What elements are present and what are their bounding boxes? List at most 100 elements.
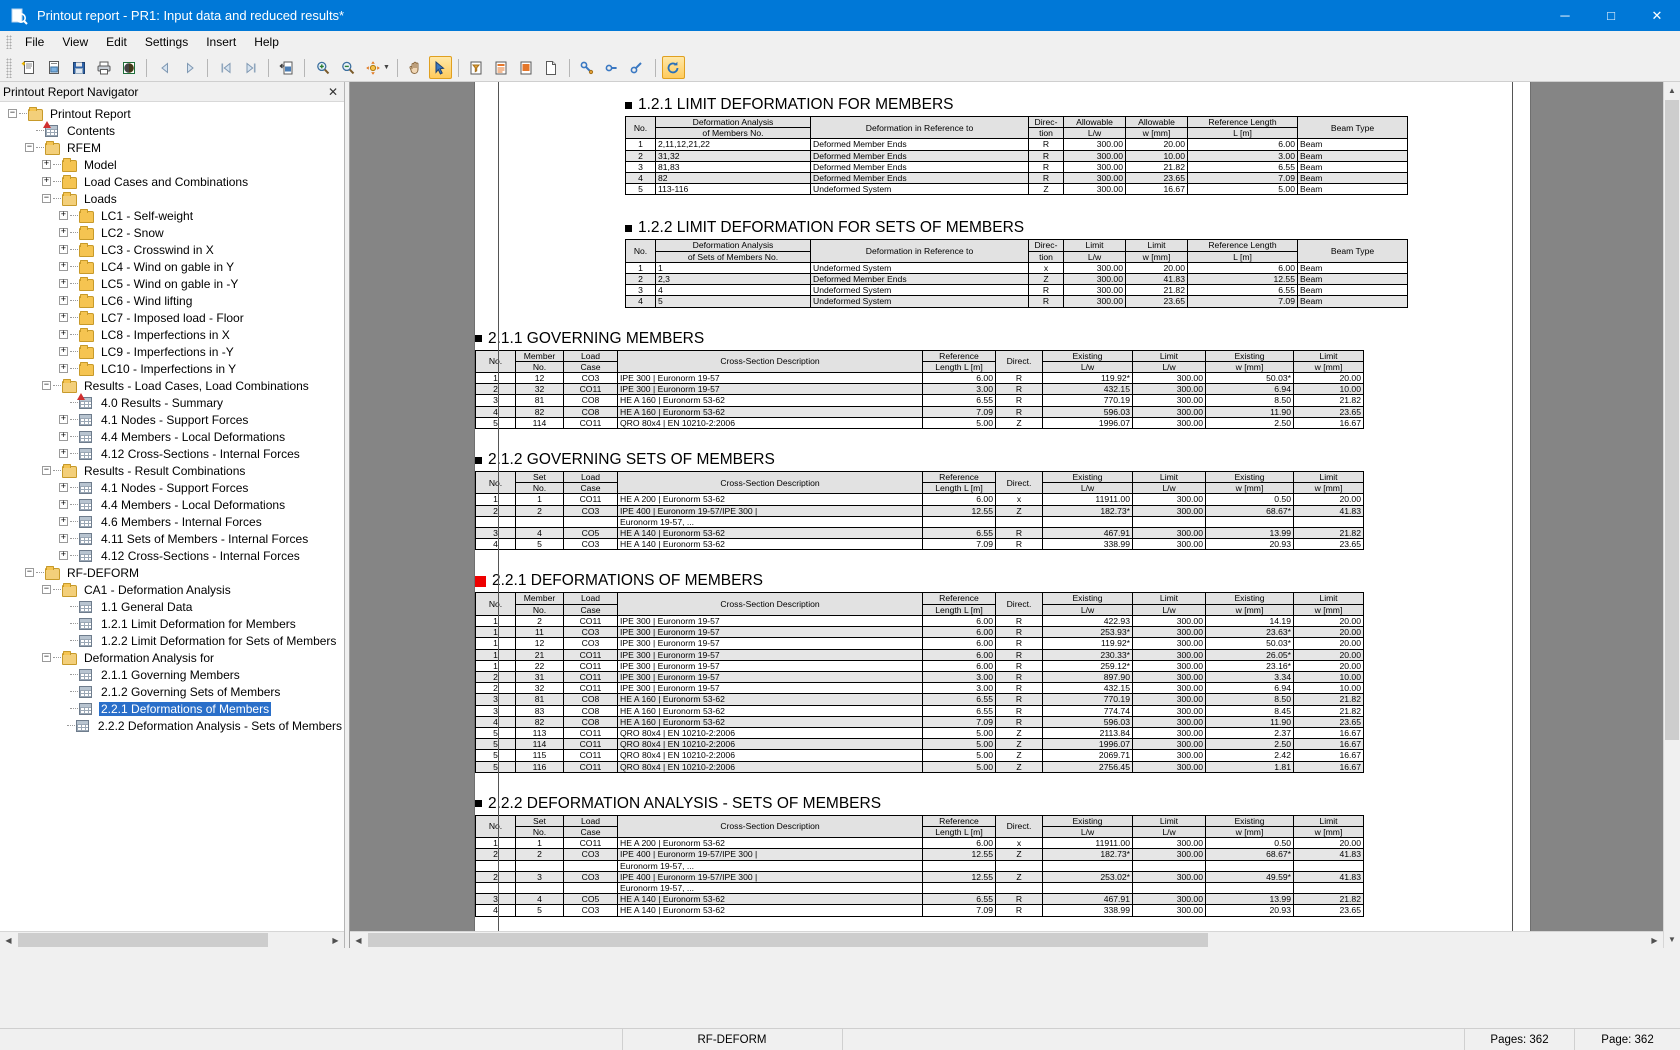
expand-icon[interactable]: + (42, 160, 51, 169)
scroll-up-arrow[interactable]: ▲ (1664, 82, 1680, 99)
table-row[interactable]: 2 2 CO3 IPE 400 | Euronorm 19-57/IPE 300 | 1… (475, 848, 1364, 861)
table-row[interactable]: Euronorm 19-57, ... (475, 859, 1364, 872)
scroll-right-arrow[interactable]: ▶ (1646, 932, 1663, 948)
collapse-icon[interactable]: − (42, 194, 51, 203)
print-preview-icon[interactable] (117, 56, 140, 79)
collapse-icon[interactable]: − (42, 653, 51, 662)
table-row[interactable]: 5 114 CO11 QRO 80x4 | EN 10210-2:2006 5.00 Z 1… (475, 738, 1364, 751)
hand-tool-icon[interactable] (404, 56, 427, 79)
tree-item-ca1-deformation-analysis[interactable]: − CA1 - Deformation Analysis (0, 581, 344, 598)
expand-icon[interactable]: + (59, 432, 68, 441)
expand-icon[interactable]: + (59, 449, 68, 458)
table-row[interactable]: 1 11 CO3 IPE 300 | Euronorm 19-57 6.00 R 253.9… (475, 626, 1364, 639)
tree-item-lc4-wind-on-gable-in-y[interactable]: + LC4 - Wind on gable in Y (0, 258, 344, 275)
tree-item-printout-report[interactable]: − Printout Report (0, 105, 344, 122)
tree-item-load-cases-and-combinations[interactable]: + Load Cases and Combinations (0, 173, 344, 190)
table-row[interactable]: 3 4 Undeformed System R 300.00 21.82 6.55 Beam (625, 284, 1408, 297)
table-row[interactable]: 5 116 CO11 QRO 80x4 | EN 10210-2:2006 5.00 Z 2… (475, 760, 1364, 773)
expand-icon[interactable]: + (59, 534, 68, 543)
expand-icon[interactable]: + (59, 279, 68, 288)
tree-item-deformation-analysis-for[interactable]: − Deformation Analysis for (0, 649, 344, 666)
page-setup-icon[interactable] (490, 56, 513, 79)
table-row[interactable]: 5 113 CO11 QRO 80x4 | EN 10210-2:2006 5.00 Z 2… (475, 726, 1364, 740)
tree-item-lc6-wind-lifting[interactable]: + LC6 - Wind lifting (0, 292, 344, 309)
tree-item-lc9-imperfections-in-y[interactable]: + LC9 - Imperfections in -Y (0, 343, 344, 360)
collapse-icon[interactable]: − (25, 568, 34, 577)
table-row[interactable]: 3 4 CO5 HE A 140 | Euronorm 53-62 6.55 R 467.9… (475, 893, 1364, 906)
expand-icon[interactable]: + (59, 517, 68, 526)
tree-item-4-12-cross-sections-internal-forces[interactable]: +4.12 Cross-Sections - Internal Forces (0, 445, 344, 462)
select-tool-icon[interactable] (428, 56, 452, 79)
tree-item-4-6-members-internal-forces[interactable]: +4.6 Members - Internal Forces (0, 513, 344, 530)
expand-icon[interactable]: + (59, 330, 68, 339)
table-row[interactable]: 1 12 CO3 IPE 300 | Euronorm 19-57 6.00 R 119.9… (475, 637, 1364, 650)
collapse-icon[interactable]: − (42, 381, 51, 390)
table-row[interactable]: 2 3 CO3 IPE 400 | Euronorm 19-57/IPE 300 | 1… (475, 870, 1364, 883)
tree-item-lc8-imperfections-in-x[interactable]: + LC8 - Imperfections in X (0, 326, 344, 343)
tree-item-lc1-self-weight[interactable]: + LC1 - Self-weight (0, 207, 344, 224)
menu-item-help[interactable]: Help (245, 32, 288, 52)
tree-item-lc5-wind-on-gable-in-y[interactable]: + LC5 - Wind on gable in -Y (0, 275, 344, 292)
table-row[interactable]: 4 82 CO8 HE A 160 | Euronorm 53-62 7.09 R 596.… (475, 405, 1364, 418)
scroll-thumb[interactable] (18, 933, 268, 947)
tree-item-4-1-nodes-support-forces[interactable]: +4.1 Nodes - Support Forces (0, 411, 344, 428)
expand-icon[interactable]: + (59, 483, 68, 492)
scroll-left-arrow[interactable]: ◀ (0, 932, 17, 949)
report-header-icon[interactable] (515, 56, 538, 79)
table-row[interactable]: 4 5 Undeformed System R 300.00 23.65 7.09 Beam (625, 295, 1408, 308)
expand-icon[interactable]: + (42, 177, 51, 186)
navigator-horizontal-scrollbar[interactable]: ◀ ▶ (0, 931, 344, 948)
menu-item-insert[interactable]: Insert (197, 32, 245, 52)
tree-item-model[interactable]: + Model (0, 156, 344, 173)
refresh-icon[interactable] (661, 56, 685, 79)
tree-item-1-2-2-limit-deformation-for-sets-of-members[interactable]: 1.2.2 Limit Deformation for Sets of Memb… (0, 632, 344, 649)
table-row[interactable]: 3 83 CO8 HE A 160 | Euronorm 53-62 6.55 R 774.… (475, 704, 1364, 717)
tree-item-contents[interactable]: Contents (0, 120, 344, 139)
table-row[interactable]: 5 113-116 Undeformed System Z 300.00 16.67 5.0… (625, 183, 1408, 196)
tree-item-results-load-cases-load-combinations[interactable]: − Results - Load Cases, Load Combinations (0, 377, 344, 394)
pan-zoom-dropdown-arrow[interactable]: ▼ (383, 64, 390, 71)
scroll-thumb[interactable] (1665, 100, 1679, 740)
expand-icon[interactable]: + (59, 347, 68, 356)
minimize-button[interactable]: ─ (1542, 0, 1588, 31)
table-row[interactable]: 3 81 CO8 HE A 160 | Euronorm 53-62 6.55 R 770.… (475, 693, 1364, 706)
toolbar-grip[interactable] (6, 57, 12, 78)
previous-page-icon[interactable] (153, 56, 176, 79)
scroll-right-arrow[interactable]: ▶ (327, 932, 344, 949)
table-row[interactable]: Euronorm 19-57, ... (475, 881, 1364, 895)
tree-item-rfem[interactable]: − RFEM (0, 139, 344, 156)
collapse-icon[interactable]: − (8, 109, 17, 118)
collapse-icon[interactable]: − (25, 143, 34, 152)
tree-item-1-1-general-data[interactable]: 1.1 General Data (0, 598, 344, 615)
tree-item-4-12-cross-sections-internal-forces[interactable]: +4.12 Cross-Sections - Internal Forces (0, 547, 344, 564)
collapse-icon[interactable]: − (42, 585, 51, 594)
table-row[interactable]: 1 2 CO11 IPE 300 | Euronorm 19-57 6.00 R 422.9… (475, 614, 1364, 628)
table-row[interactable]: 2 31,32 Deformed Member Ends R 300.00 10.00 3.… (625, 149, 1408, 162)
close-button[interactable]: ✕ (1634, 0, 1680, 31)
tree-item-2-1-1-governing-members[interactable]: 2.1.1 Governing Members (0, 666, 344, 683)
table-row[interactable]: 3 81 CO8 HE A 160 | Euronorm 53-62 6.55 R 770.… (475, 394, 1364, 407)
last-page-icon[interactable] (239, 56, 262, 79)
link-1-icon[interactable] (576, 56, 599, 79)
table-row[interactable]: 2 32 CO11 IPE 300 | Euronorm 19-57 3.00 R 432.… (475, 682, 1364, 695)
blank-page-icon[interactable] (540, 56, 563, 79)
export-icon[interactable] (275, 56, 298, 79)
document-vertical-scrollbar[interactable]: ▲ ▼ (1663, 82, 1680, 948)
report-table[interactable]: No. Member Load Cross-Section Description Re… (475, 592, 1364, 773)
menu-grip[interactable] (6, 35, 12, 49)
expand-icon[interactable]: + (59, 364, 68, 373)
expand-icon[interactable]: + (59, 296, 68, 305)
table-row[interactable]: Euronorm 19-57, ... (475, 515, 1364, 529)
table-row[interactable]: 1 22 CO11 IPE 300 | Euronorm 19-57 6.00 R 259.… (475, 659, 1364, 672)
save-report-icon[interactable] (67, 56, 90, 79)
document-viewport[interactable]: 1.2.1 LIMIT DEFORMATION FOR MEMBERS No. De… (350, 82, 1680, 948)
table-row[interactable]: 2 2 CO3 IPE 400 | Euronorm 19-57/IPE 300 | 1… (475, 504, 1364, 517)
report-table[interactable]: No. Deformation Analysis Deformation in Re… (625, 239, 1408, 308)
tree-item-rf-deform[interactable]: − RF-DEFORM (0, 564, 344, 581)
new-report-icon[interactable] (17, 56, 40, 79)
report-table[interactable]: No. Set Load Cross-Section Description Refer… (475, 471, 1364, 551)
tree-item-4-11-sets-of-members-internal-forces[interactable]: +4.11 Sets of Members - Internal Forces (0, 530, 344, 547)
table-row[interactable]: 3 4 CO5 HE A 140 | Euronorm 53-62 6.55 R 467.9… (475, 527, 1364, 540)
link-3-icon[interactable] (626, 56, 649, 79)
tree-item-2-2-1-deformations-of-members[interactable]: 2.2.1 Deformations of Members (0, 700, 344, 717)
